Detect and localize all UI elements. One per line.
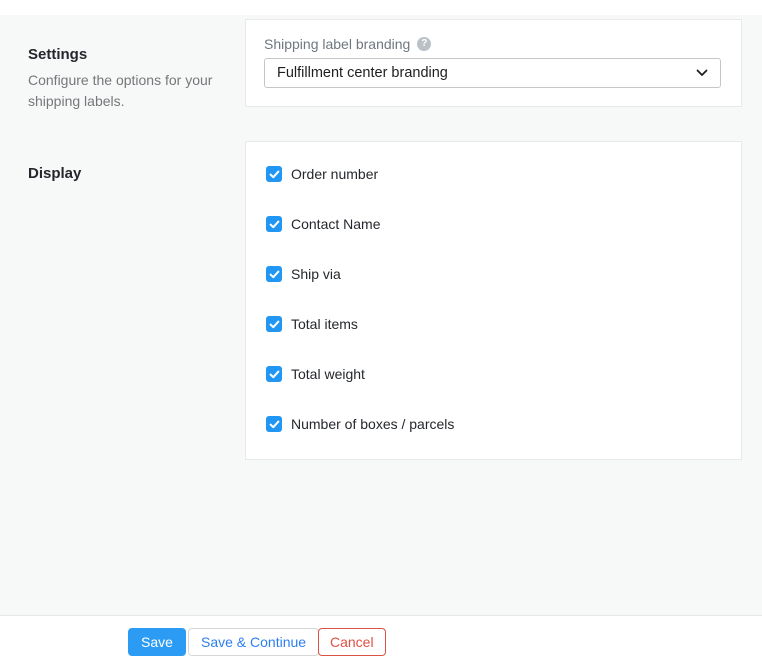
display-option-label: Total weight	[291, 366, 365, 382]
display-option-row[interactable]: Order number	[266, 166, 454, 182]
select-selected-value: Fulfillment center branding	[277, 65, 448, 81]
display-option-row[interactable]: Total items	[266, 316, 454, 332]
save-button[interactable]: Save	[128, 628, 186, 656]
display-option-label: Ship via	[291, 266, 341, 282]
chevron-down-icon	[696, 69, 708, 76]
settings-section-description: Configure the options for your shipping …	[28, 72, 213, 109]
checkbox-checked-icon[interactable]	[266, 216, 282, 232]
display-option-label: Order number	[291, 166, 379, 182]
display-option-label: Total items	[291, 316, 358, 332]
checkbox-checked-icon[interactable]	[266, 316, 282, 332]
display-option-row[interactable]: Contact Name	[266, 216, 454, 232]
cancel-button[interactable]: Cancel	[318, 628, 386, 656]
checkbox-checked-icon[interactable]	[266, 416, 282, 432]
shipping-label-branding-card: Shipping label branding ? Fulfillment ce…	[245, 19, 742, 107]
shipping-label-branding-label: Shipping label branding	[264, 36, 411, 52]
shipping-label-branding-select[interactable]: Fulfillment center branding	[264, 58, 721, 88]
display-option-row[interactable]: Ship via	[266, 266, 454, 282]
display-section-heading: Display	[28, 165, 82, 182]
display-option-label: Number of boxes / parcels	[291, 416, 455, 432]
display-options-card: Order number Contact Name Ship via Total…	[245, 141, 742, 460]
display-option-row[interactable]: Total weight	[266, 366, 454, 382]
save-and-continue-button[interactable]: Save & Continue	[188, 628, 320, 656]
checkbox-checked-icon[interactable]	[266, 166, 282, 182]
settings-section-heading: Settings	[28, 46, 88, 63]
footer-action-bar: Save Save & Continue Cancel	[0, 615, 762, 667]
question-mark-circle-icon[interactable]: ?	[417, 37, 432, 51]
display-option-row[interactable]: Number of boxes / parcels	[266, 416, 454, 432]
shipping-label-branding-label-row: Shipping label branding ?	[264, 36, 432, 52]
display-checkbox-list: Order number Contact Name Ship via Total…	[266, 166, 454, 466]
display-option-label: Contact Name	[291, 216, 381, 232]
checkbox-checked-icon[interactable]	[266, 266, 282, 282]
page-header-strip	[0, 0, 762, 15]
checkbox-checked-icon[interactable]	[266, 366, 282, 382]
